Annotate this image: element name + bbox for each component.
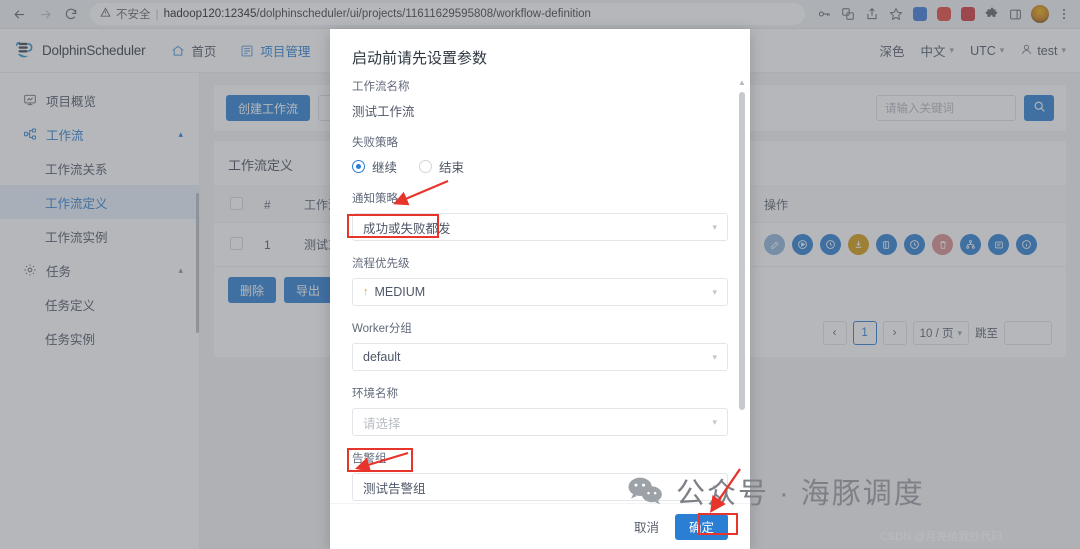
field-alert-group: 告警组 测试告警组 ▾ xyxy=(352,450,728,501)
radio-continue-dot xyxy=(352,160,365,173)
field-workflow-name: 工作流名称 测试工作流 xyxy=(352,78,728,120)
worker-group-label: Worker分组 xyxy=(352,323,412,335)
worker-group-select[interactable]: default ▾ xyxy=(352,343,728,371)
field-priority: 流程优先级 ↑ MEDIUM ▾ xyxy=(352,255,728,306)
start-parameters-dialog: 启动前请先设置参数 工作流名称 测试工作流 失败策略 继续 结束 通知策略 成功… xyxy=(330,29,750,549)
confirm-button[interactable]: 确定 xyxy=(674,513,728,540)
worker-group-value: default xyxy=(363,350,401,364)
screen-root: 不安全 | hadoop120:12345/dolphinscheduler/u… xyxy=(0,0,1080,549)
environment-label: 环境名称 xyxy=(352,388,398,400)
dialog-body: 工作流名称 测试工作流 失败策略 继续 结束 通知策略 成功或失败都发 ▾ 流程… xyxy=(330,78,750,503)
dialog-scroll-thumb[interactable] xyxy=(739,92,745,410)
dialog-title: 启动前请先设置参数 xyxy=(352,50,488,67)
chevron-down-icon: ▾ xyxy=(712,286,717,297)
chevron-down-icon: ▾ xyxy=(712,416,717,427)
chevron-down-icon: ▾ xyxy=(712,481,717,492)
cancel-button[interactable]: 取消 xyxy=(628,513,665,540)
notify-strategy-label: 通知策略 xyxy=(352,193,398,205)
arrow-up-icon: ↑ xyxy=(363,286,369,298)
environment-placeholder: 请选择 xyxy=(363,416,401,431)
workflow-name-label: 工作流名称 xyxy=(352,81,410,93)
failure-strategy-radios: 继续 结束 xyxy=(352,157,728,176)
field-notify-strategy: 通知策略 成功或失败都发 ▾ xyxy=(352,190,728,241)
workflow-name-value: 测试工作流 xyxy=(352,105,415,119)
environment-select[interactable]: 请选择 ▾ xyxy=(352,408,728,436)
failure-strategy-label: 失败策略 xyxy=(352,137,398,149)
chevron-down-icon: ▾ xyxy=(712,351,717,362)
field-worker-group: Worker分组 default ▾ xyxy=(352,320,728,371)
field-environment: 环境名称 请选择 ▾ xyxy=(352,385,728,436)
notify-strategy-value: 成功或失败都发 xyxy=(363,221,451,236)
chevron-down-icon: ▾ xyxy=(712,221,717,232)
priority-value: MEDIUM xyxy=(374,285,426,299)
notify-strategy-select[interactable]: 成功或失败都发 ▾ xyxy=(352,213,728,241)
alert-group-value: 测试告警组 xyxy=(363,481,426,496)
radio-continue[interactable]: 继续 xyxy=(352,157,397,176)
radio-end-dot xyxy=(419,160,433,173)
alert-group-select[interactable]: 测试告警组 ▾ xyxy=(352,473,728,501)
radio-end-label: 结束 xyxy=(439,161,465,175)
alert-group-label: 告警组 xyxy=(352,453,387,465)
field-failure-strategy: 失败策略 继续 结束 xyxy=(352,134,728,176)
priority-select[interactable]: ↑ MEDIUM ▾ xyxy=(352,278,728,306)
dialog-footer: 取消 确定 xyxy=(330,503,750,549)
radio-continue-label: 继续 xyxy=(372,161,398,175)
radio-end[interactable]: 结束 xyxy=(419,157,464,176)
priority-label: 流程优先级 xyxy=(352,258,410,270)
